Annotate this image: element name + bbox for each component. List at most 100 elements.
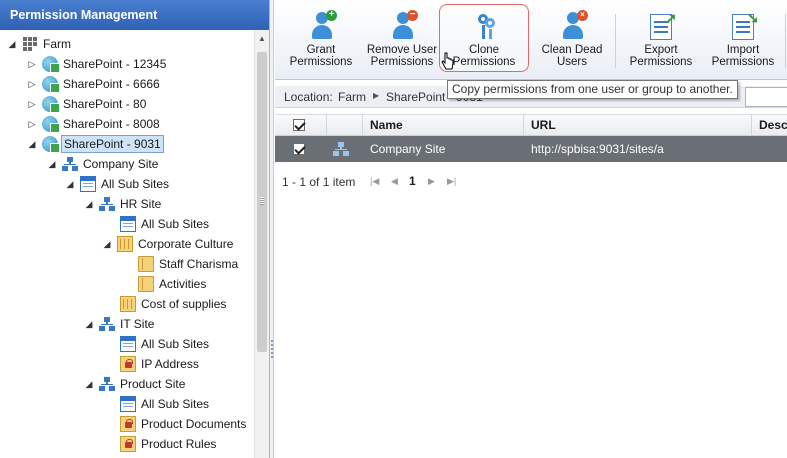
expand-arrow-icon[interactable]: ▷ (26, 118, 38, 130)
tree-node-product-rules[interactable]: Product Rules (104, 434, 218, 454)
tree-node-ip-address[interactable]: IP Address (104, 354, 201, 374)
export-permissions-button[interactable]: ➚ Export Permissions (625, 8, 697, 74)
site-icon (99, 196, 115, 212)
hand-cursor-icon (441, 52, 454, 70)
sharepoint-icon (42, 56, 60, 73)
prev-page-icon[interactable]: ◀ (391, 176, 398, 187)
tree-node-all-sub-sites[interactable]: All Sub Sites (104, 334, 211, 354)
tree-node-sharepoint-8008[interactable]: ▷ SharePoint - 8008 (26, 114, 162, 134)
tree-node-it-site[interactable]: ◢ IT Site (83, 314, 156, 334)
tree-node-sharepoint-80[interactable]: ▷ SharePoint - 80 (26, 94, 148, 114)
panel-title: Permission Management (0, 0, 269, 30)
folder-icon (138, 276, 154, 292)
select-all-checkbox[interactable] (293, 119, 305, 131)
site-icon (327, 136, 363, 162)
collapse-arrow-icon[interactable]: ◢ (83, 198, 95, 210)
tree-node-product-documents[interactable]: Product Documents (104, 414, 248, 434)
collapse-arrow-icon[interactable]: ◢ (46, 158, 58, 170)
library-icon (120, 296, 136, 312)
grid-pager: 1 - 1 of 1 item |◀ ◀ 1 ▶ ▶| (275, 174, 787, 194)
tree-node-company-site[interactable]: ◢ Company Site (46, 154, 160, 174)
locked-list-icon (120, 416, 136, 432)
column-header-url[interactable]: URL (524, 115, 752, 135)
cell-url: http://spbisa:9031/sites/a (531, 142, 664, 156)
subsites-icon (120, 336, 136, 352)
scrollbar-thumb[interactable] (257, 52, 267, 352)
dead-user-icon: × (556, 10, 588, 42)
site-tree: ◢ Farm ▷ SharePoint - 12345 ▷ SharePoint… (0, 34, 254, 458)
import-icon: ➘ (727, 10, 759, 42)
tree-node-sharepoint-9031[interactable]: ◢ SharePoint - 9031 (26, 134, 164, 154)
clone-permissions-tooltip: Copy permissions from one user or group … (447, 80, 738, 99)
next-page-icon[interactable]: ▶ (428, 176, 435, 187)
tree-node-cost-of-supplies[interactable]: Cost of supplies (104, 294, 228, 314)
breadcrumb-separator-icon: ▶ (373, 91, 380, 100)
export-icon: ➚ (645, 10, 677, 42)
tree-node-sharepoint-6666[interactable]: ▷ SharePoint - 6666 (26, 74, 162, 94)
grant-permissions-button[interactable]: + Grant Permissions (287, 8, 355, 74)
sharepoint-icon (42, 136, 60, 153)
grid-header: Name URL Description (275, 114, 787, 136)
current-page[interactable]: 1 (409, 174, 416, 188)
subsites-icon (120, 216, 136, 232)
clean-dead-users-button[interactable]: × Clean Dead Users (537, 8, 607, 74)
scroll-up-arrow-icon[interactable]: ▲ (258, 34, 266, 43)
library-icon (117, 236, 133, 252)
tree-node-corporate-culture[interactable]: ◢ Corporate Culture (101, 234, 235, 254)
tree-node-all-sub-sites[interactable]: ◢ All Sub Sites (64, 174, 171, 194)
row-checkbox[interactable] (293, 143, 305, 155)
ribbon-toolbar: + Grant Permissions − Remove User Permissi… (275, 0, 787, 80)
site-icon (99, 316, 115, 332)
subsites-icon (80, 176, 96, 192)
breadcrumb-farm[interactable]: Farm (338, 90, 366, 104)
subsites-icon (120, 396, 136, 412)
import-permissions-button[interactable]: ➘ Import Permissions (707, 8, 779, 74)
site-icon (99, 376, 115, 392)
column-header-description[interactable]: Description (752, 115, 787, 135)
permission-management-panel: Permission Management ◢ Farm ▷ SharePoin… (0, 0, 270, 458)
tree-node-sharepoint-12345[interactable]: ▷ SharePoint - 12345 (26, 54, 168, 74)
farm-icon (22, 36, 38, 52)
sites-grid: Name URL Description Company Site http:/… (275, 114, 787, 162)
sharepoint-icon (42, 116, 60, 133)
ribbon-separator (615, 14, 616, 68)
remove-user-permissions-button[interactable]: − Remove User Permissions (365, 8, 439, 74)
collapse-arrow-icon[interactable]: ◢ (6, 38, 18, 50)
first-page-icon[interactable]: |◀ (370, 176, 379, 187)
last-page-icon[interactable]: ▶| (447, 176, 456, 187)
collapse-arrow-icon[interactable]: ◢ (83, 318, 95, 330)
tree-scrollbar[interactable]: ▲ (254, 30, 269, 458)
tree-node-staff-charisma[interactable]: Staff Charisma (122, 254, 240, 274)
tree-node-all-sub-sites[interactable]: All Sub Sites (104, 394, 211, 414)
locked-list-icon (120, 356, 136, 372)
search-input[interactable] (745, 87, 787, 107)
tree-node-all-sub-sites[interactable]: All Sub Sites (104, 214, 211, 234)
collapse-arrow-icon[interactable]: ◢ (64, 178, 76, 190)
collapse-arrow-icon[interactable]: ◢ (26, 138, 38, 150)
panel-splitter[interactable] (270, 0, 274, 458)
tree-node-activities[interactable]: Activities (122, 274, 208, 294)
sharepoint-icon (42, 96, 60, 113)
collapse-arrow-icon[interactable]: ◢ (83, 378, 95, 390)
main-content: + Grant Permissions − Remove User Permissi… (275, 0, 787, 458)
collapse-arrow-icon[interactable]: ◢ (101, 238, 113, 250)
tree-node-farm[interactable]: ◢ Farm (6, 34, 73, 54)
expand-arrow-icon[interactable]: ▷ (26, 98, 38, 110)
remove-user-icon: − (386, 10, 418, 42)
pager-info: 1 - 1 of 1 item (282, 175, 356, 189)
ribbon-separator (785, 14, 786, 68)
splitter-grip-icon (271, 340, 273, 360)
column-header-name[interactable]: Name (363, 115, 524, 135)
tree-node-product-site[interactable]: ◢ Product Site (83, 374, 187, 394)
folder-icon (138, 256, 154, 272)
sharepoint-icon (42, 76, 60, 93)
grant-user-icon: + (305, 10, 337, 42)
expand-arrow-icon[interactable]: ▷ (26, 58, 38, 70)
select-all-checkbox-cell[interactable] (275, 115, 327, 135)
icon-column-header (327, 115, 363, 135)
app-window: Permission Management ◢ Farm ▷ SharePoin… (0, 0, 787, 458)
locked-list-icon (120, 436, 136, 452)
expand-arrow-icon[interactable]: ▷ (26, 78, 38, 90)
tree-node-hr-site[interactable]: ◢ HR Site (83, 194, 163, 214)
table-row[interactable]: Company Site http://spbisa:9031/sites/a (275, 136, 787, 162)
